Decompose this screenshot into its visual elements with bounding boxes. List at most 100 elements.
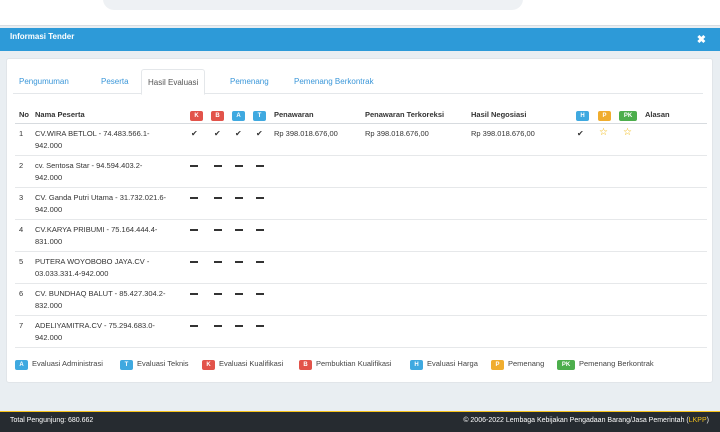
row-nama-line2: 942.000	[35, 205, 63, 214]
dash-icon	[190, 224, 198, 236]
dash-icon	[235, 192, 243, 204]
row-nama-line2: 831.000	[35, 237, 63, 246]
legend-badge: A	[15, 360, 28, 370]
dash-icon	[256, 320, 264, 332]
visitor-count: Total Pengunjung: 680.662	[10, 417, 94, 424]
row-hasil-negosiasi: Rp 398.018.676,00	[471, 129, 535, 138]
legend-label: Pembuktian Kualifikasi	[316, 359, 392, 368]
check-icon: ✔	[577, 129, 584, 138]
lkpp-link[interactable]: LKPP	[689, 417, 707, 424]
legend-item: B Pembuktian Kualifikasi	[299, 358, 391, 370]
row-nama-line1: CV.KARYA PRIBUMI - 75.164.444.4-	[35, 225, 158, 234]
copyright: © 2006-2022 Lembaga Kebijakan Pengadaan …	[463, 417, 709, 424]
check-icon: ✔	[191, 129, 198, 138]
table-row: 1 CV.WIRA BETLOL - 74.483.566.1- 942.000 …	[15, 124, 707, 156]
header-hasil-negosiasi: Hasil Negosiasi	[471, 110, 527, 119]
legend-label: Pemenang Berkontrak	[579, 359, 654, 368]
dash-icon	[256, 192, 264, 204]
dash-icon	[214, 288, 222, 300]
row-nama-line1: CV. BUNDHAQ BALUT - 85.427.304.2-	[35, 289, 166, 298]
legend-badge: T	[120, 360, 133, 370]
legend-label: Evaluasi Harga	[427, 359, 478, 368]
row-penawaran: Rp 398.018.676,00	[274, 129, 338, 138]
header-no: No	[19, 110, 29, 119]
legend-item: P Pemenang	[491, 358, 544, 370]
row-penawaran-terkoreksi: Rp 398.018.676,00	[365, 129, 429, 138]
dash-icon	[256, 256, 264, 268]
dash-icon	[214, 256, 222, 268]
tab-pemenang-berkontrak[interactable]: Pemenang Berkontrak	[288, 69, 380, 94]
legend-label: Evaluasi Kualifikasi	[219, 359, 284, 368]
star-icon: ☆	[599, 127, 608, 138]
search-pill[interactable]	[103, 0, 523, 10]
check-icon: ✔	[235, 129, 242, 138]
dash-icon	[190, 288, 198, 300]
check-icon: ✔	[256, 129, 263, 138]
header-pk-badge: PK	[619, 111, 637, 121]
tab-pengumuman[interactable]: Pengumuman	[13, 69, 75, 94]
dash-icon	[190, 192, 198, 204]
modal-body: Pengumuman Peserta Hasil Evaluasi Pemena…	[6, 58, 713, 383]
dash-icon	[256, 224, 264, 236]
dash-icon	[214, 192, 222, 204]
row-no: 4	[19, 225, 24, 234]
row-no: 1	[19, 129, 24, 138]
header-nama-peserta: Nama Peserta	[35, 110, 85, 119]
row-nama-line1: cv. Sentosa Star - 94.594.403.2-	[35, 161, 143, 170]
table-row: 6 CV. BUNDHAQ BALUT - 85.427.304.2- 832.0…	[15, 284, 707, 316]
dash-icon	[235, 256, 243, 268]
legend-label: Evaluasi Teknis	[137, 359, 189, 368]
dash-icon	[190, 256, 198, 268]
header-penawaran: Penawaran	[274, 110, 314, 119]
tab-pemenang[interactable]: Pemenang	[224, 69, 275, 94]
dash-icon	[256, 288, 264, 300]
close-icon[interactable]: ✖	[697, 33, 706, 46]
tab-peserta[interactable]: Peserta	[95, 69, 135, 94]
dash-icon	[190, 320, 198, 332]
dash-icon	[214, 320, 222, 332]
dash-icon	[214, 224, 222, 236]
dash-icon	[235, 320, 243, 332]
legend-label: Evaluasi Administrasi	[32, 359, 103, 368]
row-no: 6	[19, 289, 24, 298]
footer-accent-line	[0, 411, 720, 412]
header-penawaran-terkoreksi: Penawaran Terkoreksi	[365, 110, 445, 119]
row-nama-line2: 03.033.331.4-942.000	[35, 269, 109, 278]
header-a-badge: A	[232, 111, 245, 121]
row-nama-line1: CV. Ganda Putri Utama - 31.732.021.6-	[35, 193, 167, 202]
header-alasan: Alasan	[645, 110, 670, 119]
legend-badge: B	[299, 360, 312, 370]
legend-label: Pemenang	[508, 359, 545, 368]
header-t-badge: T	[253, 111, 266, 121]
row-nama-line1: CV.WIRA BETLOL - 74.483.566.1-	[35, 129, 150, 138]
row-no: 2	[19, 161, 24, 170]
dash-icon	[256, 160, 264, 172]
legend-badge: H	[410, 360, 423, 370]
modal-header: Informasi Tender ✖	[0, 28, 720, 51]
legend-badge: K	[202, 360, 215, 370]
header-b-badge: B	[211, 111, 224, 121]
legend-badge: P	[491, 360, 504, 370]
header-h-badge: H	[576, 111, 589, 121]
row-nama-line2: 942.000	[35, 333, 63, 342]
legend: A Evaluasi Administrasi T Evaluasi Teknis …	[15, 358, 707, 372]
top-bar	[0, 0, 720, 26]
row-no: 7	[19, 321, 24, 330]
row-nama-line1: ADELIYAMITRA.CV - 75.294.683.0-	[35, 321, 155, 330]
footer: Total Pengunjung: 680.662 © 2006-2022 Le…	[0, 411, 720, 432]
legend-item: A Evaluasi Administrasi	[15, 358, 103, 370]
copyright-close: )	[706, 417, 709, 424]
dash-icon	[235, 224, 243, 236]
dash-icon	[190, 160, 198, 172]
row-no: 3	[19, 193, 24, 202]
legend-badge: PK	[557, 360, 575, 370]
legend-item: T Evaluasi Teknis	[120, 358, 189, 370]
row-no: 5	[19, 257, 24, 266]
header-k-badge: K	[190, 111, 203, 121]
check-icon: ✔	[214, 129, 221, 138]
dash-icon	[214, 160, 222, 172]
legend-item: K Evaluasi Kualifikasi	[202, 358, 283, 370]
header-p-badge: P	[598, 111, 611, 121]
dash-icon	[235, 288, 243, 300]
tab-hasil-evaluasi[interactable]: Hasil Evaluasi	[141, 69, 206, 95]
